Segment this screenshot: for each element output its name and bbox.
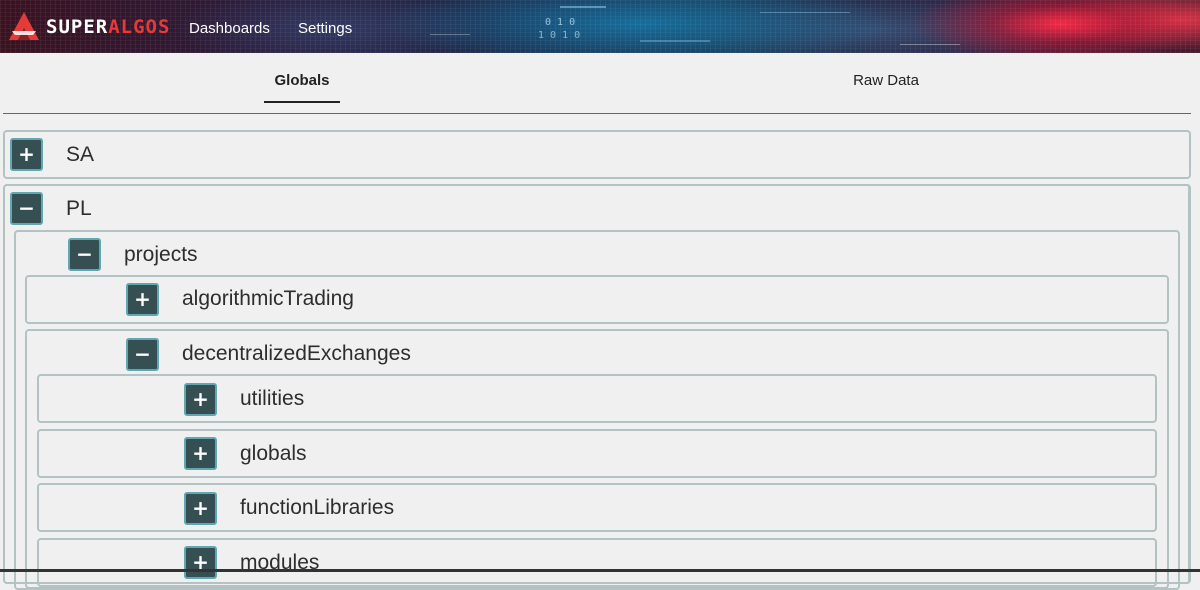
tree-node-label-sa: SA <box>66 143 95 166</box>
tree-node-label-decentralized-exchanges: decentralizedExchanges <box>182 342 411 365</box>
logo-text-super: SUPER <box>46 16 109 38</box>
tree-node-label-algorithmic-trading: algorithmicTrading <box>182 287 354 310</box>
nav-settings-link[interactable]: Settings <box>298 20 352 37</box>
tree-node-label-modules: modules <box>240 551 320 574</box>
tree-node-label-pl: PL <box>66 197 92 220</box>
expand-globals-button[interactable]: + <box>184 437 217 470</box>
banner-digits-top: 0 1 0 <box>545 17 575 28</box>
banner-decoration: 0 1 0 1 0 1 0 <box>430 6 960 45</box>
collapse-decentralized-exchanges-button[interactable]: − <box>126 338 159 371</box>
superalgos-logo[interactable]: SUPERALGOS <box>6 9 170 45</box>
tab-globals[interactable]: Globals <box>264 72 340 89</box>
tree-node-label-utilities: utilities <box>240 387 305 410</box>
active-tab-indicator <box>264 101 340 103</box>
banner-digits-bottom: 1 0 1 0 <box>538 30 580 41</box>
tab-divider <box>3 113 1191 114</box>
expand-utilities-button[interactable]: + <box>184 383 217 416</box>
tab-raw-data[interactable]: Raw Data <box>838 72 934 89</box>
collapse-projects-button[interactable]: − <box>68 238 101 271</box>
superalgos-logo-icon <box>9 12 39 40</box>
collapse-pl-button[interactable]: − <box>10 192 43 225</box>
tree-node-label-projects: projects <box>124 243 198 266</box>
expand-modules-button[interactable]: + <box>184 546 217 579</box>
expand-sa-button[interactable]: + <box>10 138 43 171</box>
tree-node-sa <box>3 130 1191 179</box>
logo-text: SUPERALGOS <box>46 16 170 38</box>
logo-text-algos: ALGOS <box>108 16 171 38</box>
expand-function-libraries-button[interactable]: + <box>184 492 217 525</box>
header-banner: 0 1 0 1 0 1 0 SUPERALGOS Dashboards Sett… <box>0 0 1200 53</box>
nav-dashboards-link[interactable]: Dashboards <box>189 20 270 37</box>
tree-node-label-function-libraries: functionLibraries <box>240 496 395 519</box>
expand-algorithmic-trading-button[interactable]: + <box>126 283 159 316</box>
tree-node-label-globals: globals <box>240 442 307 465</box>
